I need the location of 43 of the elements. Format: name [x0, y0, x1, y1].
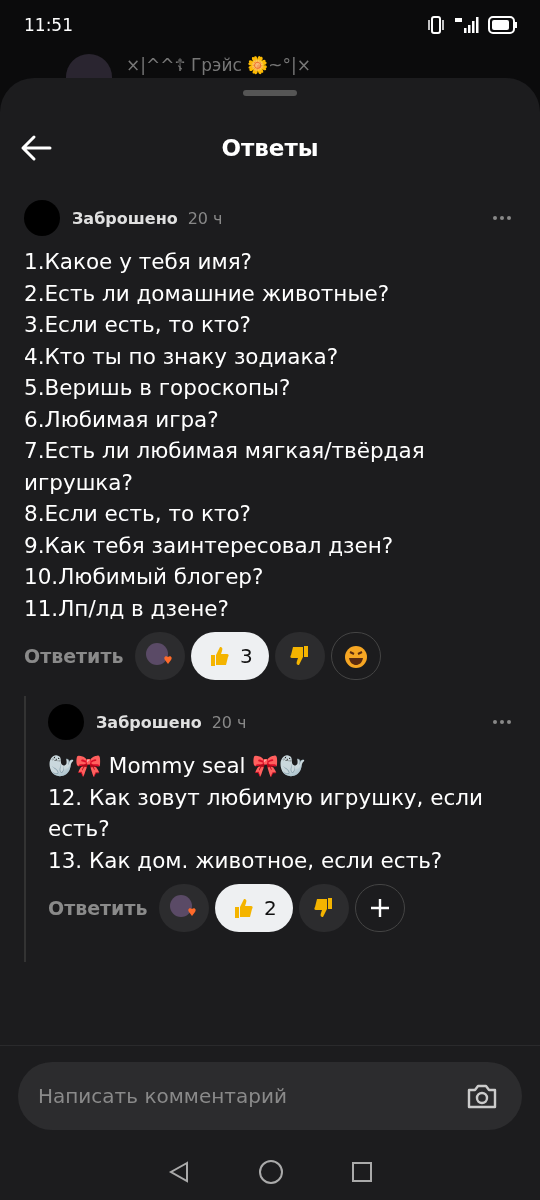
back-nav-icon[interactable] — [167, 1160, 191, 1184]
sheet-handle[interactable] — [243, 90, 297, 96]
channel-title: ×|^^☦ Грэйс 🌼~°|× — [126, 54, 311, 76]
vibrate-icon — [426, 15, 446, 35]
comment-line: 5.Веришь в гороскопы? — [24, 374, 292, 402]
thumbs-up-icon — [208, 644, 231, 668]
comment-line: 6.Любимая игра? — [24, 405, 220, 434]
comment-field[interactable]: Написать комментарий — [18, 1062, 522, 1130]
like-button[interactable]: 2 — [215, 884, 294, 932]
home-nav-icon[interactable] — [258, 1159, 284, 1185]
dislike-button[interactable] — [299, 884, 350, 932]
comment-line: 2.Есть ли домашние животные? — [24, 279, 391, 308]
author-name[interactable]: Заброшено — [96, 712, 202, 732]
comment-line: 7.Есть ли любимая мягкая/твёрдая игрушка? — [24, 437, 426, 497]
comment-line: 1.Какое у тебя имя? — [24, 248, 254, 276]
thumbs-up-icon — [232, 896, 255, 920]
comment-line: 10.Любимый блогер? — [24, 563, 265, 591]
signal-icon — [454, 16, 480, 34]
dislike-button[interactable] — [275, 632, 326, 680]
comment-line: 13. Как дом. животное, если есть? — [48, 846, 444, 875]
comment-time: 20 ч — [187, 208, 223, 228]
plus-icon — [369, 897, 392, 919]
back-arrow-icon[interactable] — [20, 134, 52, 162]
battery-icon — [488, 16, 518, 34]
comment-line: 11.Лп/лд в дзене? — [24, 594, 230, 623]
reply-button[interactable]: Ответить — [48, 897, 154, 919]
more-icon[interactable] — [492, 719, 512, 725]
like-button[interactable]: 3 — [191, 632, 270, 680]
comment-line: 8.Если есть, то кто? — [24, 500, 252, 528]
comment-line: 9.Как тебя заинтересовал дзен? — [24, 531, 395, 560]
comment-line: 🦭🎀 Mommy seal 🎀🦭 — [48, 752, 308, 780]
author-name[interactable]: Заброшено — [72, 208, 178, 228]
comment-line: 12. Как зовут любимую игрушку, если есть? — [48, 783, 485, 843]
recents-nav-icon[interactable] — [351, 1161, 373, 1183]
comment-input-field[interactable]: Написать комментарий — [36, 1083, 466, 1109]
more-icon[interactable] — [492, 215, 512, 221]
sheet-title: Ответы — [221, 135, 319, 161]
status-time: 11:51 — [24, 15, 73, 35]
camera-icon[interactable] — [466, 1082, 498, 1110]
comment-time: 20 ч — [211, 712, 247, 732]
comment-line: 4.Кто ты по знаку зодиака? — [24, 342, 340, 371]
comment-line: 3.Если есть, то кто? — [24, 311, 252, 339]
reply-button[interactable]: Ответить — [24, 645, 130, 667]
